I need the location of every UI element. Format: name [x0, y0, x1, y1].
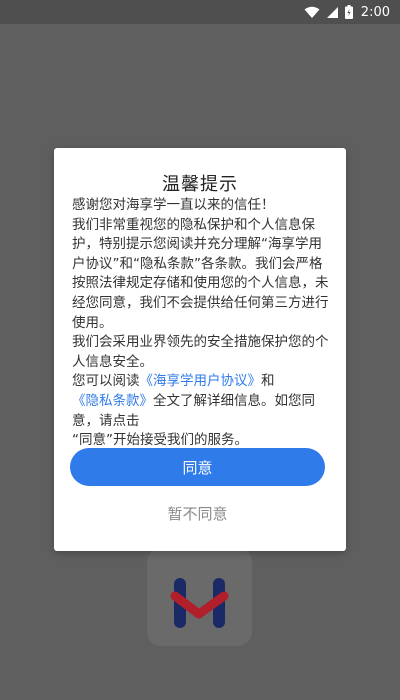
disagree-button[interactable]: 暂不同意: [70, 498, 325, 528]
signal-icon: [326, 6, 339, 19]
privacy-text: 我们非常重视您的隐私保护和个人信息保护，特别提示您阅读并充分理解“海享学用户协议…: [72, 216, 329, 331]
read-prefix: 您可以阅读: [72, 373, 140, 390]
privacy-terms-link[interactable]: 《隐私条款》: [72, 393, 153, 409]
battery-icon: [344, 5, 353, 19]
status-bar: 2:00: [0, 0, 400, 24]
app-logo-icon: [147, 548, 252, 646]
intro-text: 感谢您对海享学一直以来的信任！: [72, 197, 275, 213]
security-text: 我们会采用业界领先的安全措施保护您的个人信息安全。: [72, 334, 329, 370]
dialog-title: 温馨提示: [162, 174, 238, 195]
agree-button[interactable]: 同意: [70, 448, 325, 486]
dialog-body: 感谢您对海享学一直以来的信任！ 我们非常重视您的隐私保护和个人信息保护，特别提示…: [72, 196, 330, 451]
wifi-icon: [304, 6, 320, 19]
status-time: 2:00: [360, 4, 390, 20]
privacy-dialog: 温馨提示 感谢您对海享学一直以来的信任！ 我们非常重视您的隐私保护和个人信息保护…: [54, 148, 346, 551]
read-agreements-text: 您可以阅读《海享学用户协议》和 《隐私条款》全文了解详细信息。如您同意，请点击: [72, 372, 330, 431]
user-agreement-link[interactable]: 《海享学用户协议》: [140, 373, 262, 389]
and-text: 和: [261, 373, 275, 390]
